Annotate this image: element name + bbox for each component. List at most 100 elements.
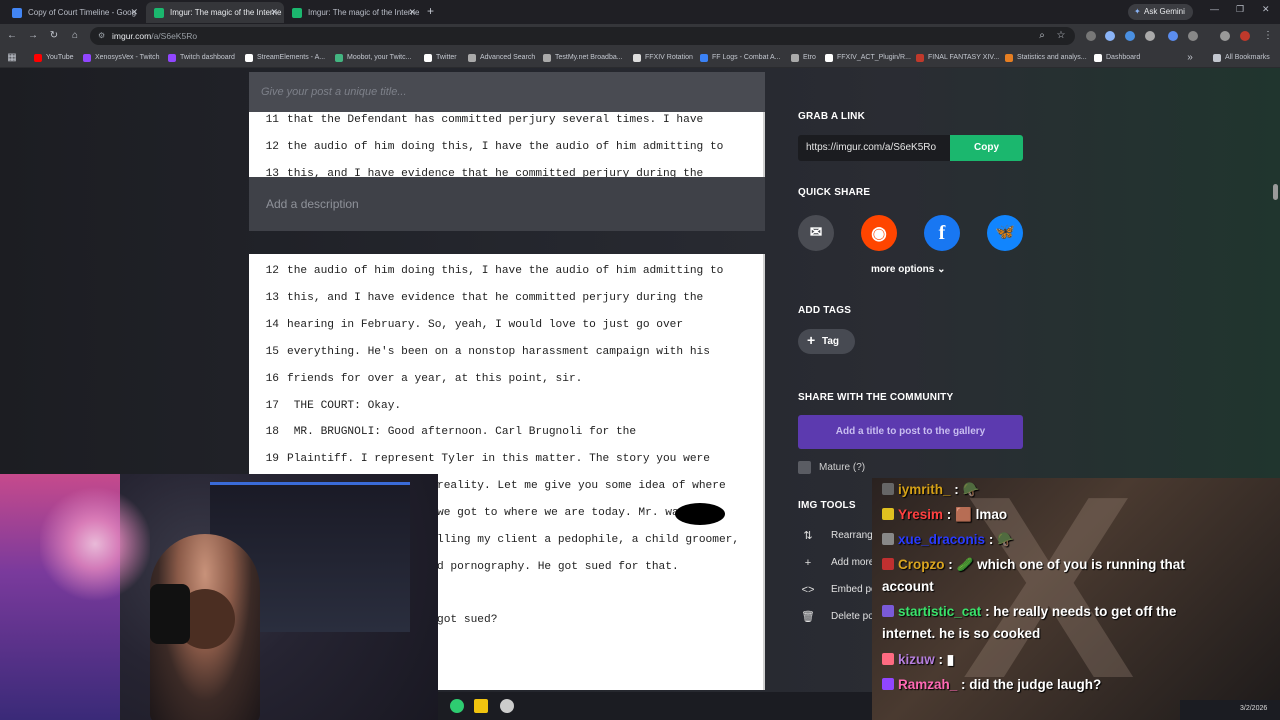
github-icon — [825, 54, 833, 62]
post-title-input[interactable]: Give your post a unique title... — [249, 72, 765, 112]
bookmark-final-fantasy[interactable]: FINAL FANTASY XIV... — [916, 52, 999, 64]
chevron-down-icon: ⌄ — [937, 264, 946, 275]
fflogs-icon — [700, 54, 708, 62]
bookmark-star-icon[interactable]: ☆ — [1055, 30, 1067, 42]
add-more-tool[interactable]: + Add more — [800, 555, 872, 571]
reload-icon[interactable]: ↻ — [48, 30, 60, 42]
bookmark-twitch-dashboard[interactable]: Twitch dashboard — [168, 52, 235, 64]
taskbar-date: 3/2/2026 — [1240, 705, 1268, 712]
file-explorer-icon[interactable] — [474, 699, 488, 713]
bookmark-ffxiv-rotation[interactable]: FFXIV Rotation — [633, 52, 693, 64]
site-info-icon[interactable]: ⚙ — [98, 31, 108, 41]
bookmark-advanced-search[interactable]: Advanced Search — [468, 52, 535, 64]
bookmark-testmy[interactable]: TestMy.net Broadba... — [543, 52, 623, 64]
mature-checkbox[interactable]: Mature (?) — [798, 461, 865, 474]
close-icon[interactable]: ✕ — [270, 2, 278, 23]
obs-icon[interactable] — [500, 699, 514, 713]
reddit-share-icon[interactable]: ◉ — [861, 215, 897, 251]
ffxiv-icon — [633, 54, 641, 62]
bookmark-etro[interactable]: Etro — [791, 52, 816, 64]
moobot-icon — [335, 54, 343, 62]
badge-icon — [882, 533, 894, 545]
bookmark-act-plugin[interactable]: FFXIV_ACT_Plugin/R... — [825, 52, 911, 64]
code-icon: <> — [801, 584, 815, 596]
extension-icon[interactable] — [1105, 31, 1115, 41]
streamelements-icon — [245, 54, 253, 62]
delete-tool[interactable]: 🗑Delete post — [800, 609, 872, 625]
plus-icon: + — [804, 557, 812, 569]
new-tab-button[interactable]: + — [427, 4, 434, 18]
image-preview-1: 11 that the Defendant has committed perju… — [249, 112, 765, 177]
email-share-icon[interactable]: ✉ — [798, 215, 834, 251]
add-tags-heading: ADD TAGS — [798, 305, 852, 316]
all-bookmarks[interactable]: All Bookmarks — [1213, 52, 1270, 64]
apps-grid-icon[interactable]: ▦ — [6, 52, 18, 64]
transcript-line: 16 friends for over a year, at this point… — [265, 373, 583, 385]
ffxiv-icon — [916, 54, 924, 62]
twitch-icon — [168, 54, 176, 62]
bookmarks-overflow-icon[interactable]: » — [1184, 52, 1196, 64]
transcript-line: d pornography. He got sued for that. — [437, 561, 679, 573]
folder-icon — [1213, 54, 1221, 62]
transcript-line: 12 the audio of him doing this, I have th… — [265, 265, 724, 277]
copy-link-button[interactable]: Copy — [950, 135, 1023, 161]
bookmark-fflogs[interactable]: FF Logs - Combat A... — [700, 52, 780, 64]
bookmark-moobot[interactable]: Moobot, your Twitc... — [335, 52, 411, 64]
quick-share-heading: QUICK SHARE — [798, 187, 871, 198]
download-icon[interactable] — [1220, 31, 1230, 41]
transcript-line: 13 this, and I have evidence that he comm… — [265, 292, 704, 304]
extension-icon[interactable] — [1145, 31, 1155, 41]
chat-message: Yresim : 🟫 lmao — [882, 504, 1212, 526]
menu-kebab-icon[interactable]: ⋮ — [1262, 30, 1274, 42]
tab-court-timeline[interactable]: Copy of Court Timeline - Goog ✕ — [4, 2, 144, 23]
chat-message: startistic_cat : he really needs to get … — [882, 604, 1177, 641]
transcript-line: 15 everything. He's been on a nonstop har… — [265, 346, 710, 358]
dashboard-icon — [1094, 54, 1102, 62]
tab-imgur-active[interactable]: Imgur: The magic of the Interne ✕ — [146, 2, 284, 23]
app-icon[interactable] — [450, 699, 464, 713]
bookmark-twitter[interactable]: Twitter — [424, 52, 457, 64]
back-icon[interactable]: ← — [6, 30, 18, 42]
page-scrollbar[interactable] — [1273, 184, 1278, 200]
transcript-line: 14 hearing in February. So, yeah, I would… — [265, 319, 684, 331]
url-text: imgur.com/a/S6eK5Ro — [112, 31, 198, 41]
bluesky-share-icon[interactable]: 🦋 — [987, 215, 1023, 251]
close-icon[interactable]: ✕ — [408, 2, 416, 23]
close-icon[interactable]: ✕ — [130, 2, 138, 23]
post-to-gallery-button[interactable]: Add a title to post to the gallery — [798, 415, 1023, 449]
embed-tool[interactable]: <>Embed post — [800, 582, 872, 598]
add-tag-button[interactable]: Tag — [798, 328, 855, 354]
tab-imgur[interactable]: Imgur: The magic of the Interne ✕ — [284, 2, 422, 23]
community-heading: SHARE WITH THE COMMUNITY — [798, 392, 954, 403]
facebook-share-icon[interactable]: f — [924, 215, 960, 251]
extensions-puzzle-icon[interactable] — [1188, 31, 1198, 41]
zoom-icon[interactable]: ⌕ — [1036, 30, 1048, 42]
more-options-button[interactable]: more options ⌄ — [871, 264, 946, 275]
add-description-input[interactable]: Add a description — [249, 177, 765, 231]
bookmark-xenosysvex[interactable]: XenosysVex - Twitch — [83, 52, 159, 64]
minimize-icon[interactable]: — — [1210, 4, 1219, 14]
bookmark-dashboard[interactable]: Dashboard — [1094, 52, 1140, 64]
address-bar[interactable]: ⚙ imgur.com/a/S6eK5Ro ⌕ ☆ — [90, 27, 1075, 45]
extension-icon[interactable] — [1125, 31, 1135, 41]
close-window-icon[interactable]: ✕ — [1262, 4, 1270, 15]
chat-message: xue_draconis : 🪖 — [882, 529, 1212, 551]
bookmark-youtube[interactable]: YouTube — [34, 52, 74, 64]
extension-icon[interactable] — [1086, 31, 1096, 41]
share-link-input[interactable]: https://imgur.com/a/S6eK5Ro — [798, 135, 951, 161]
bookmark-statistics[interactable]: Statistics and analys... — [1005, 52, 1087, 64]
rearrange-tool[interactable]: ⇅Rearrange — [800, 528, 872, 544]
ask-gemini-button[interactable]: Ask Gemini — [1128, 4, 1193, 20]
checkbox-box[interactable] — [798, 461, 811, 474]
fairy-lights — [40, 484, 150, 604]
bookmark-streamelements[interactable]: StreamElements - A... — [245, 52, 325, 64]
extension-icon[interactable] — [1168, 31, 1178, 41]
maximize-icon[interactable]: ❐ — [1236, 4, 1244, 15]
home-icon[interactable]: ⌂ — [69, 30, 81, 42]
transcript-line: 13 this, and I have evidence that he comm… — [265, 168, 704, 177]
taskbar — [438, 692, 872, 720]
profile-avatar[interactable] — [1240, 31, 1250, 41]
github-icon — [543, 54, 551, 62]
badge-icon — [882, 605, 894, 617]
forward-icon[interactable]: → — [27, 30, 39, 42]
